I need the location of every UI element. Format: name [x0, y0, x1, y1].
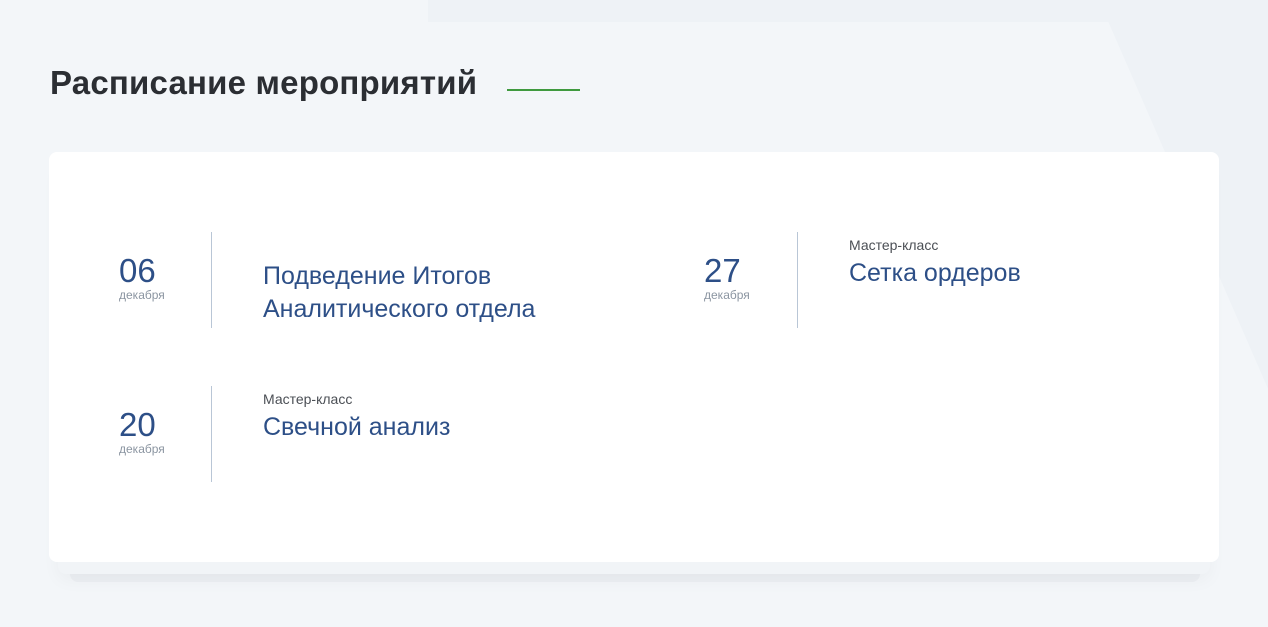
title-accent-line	[507, 89, 581, 91]
event-month: декабря	[119, 442, 165, 456]
event-item[interactable]: 06 декабря Подведение Итогов Аналитическ…	[49, 232, 563, 328]
event-date: 20 декабря	[49, 386, 212, 482]
event-title-link[interactable]: Свечной анализ	[263, 411, 450, 444]
event-month: декабря	[119, 288, 165, 302]
event-item[interactable]: 27 декабря Мастер-класс Сетка ордеров	[634, 232, 1021, 328]
event-info: Подведение Итогов Аналитического отдела	[212, 232, 563, 326]
events-card: 06 декабря Подведение Итогов Аналитическ…	[49, 152, 1219, 562]
event-type: Мастер-класс	[849, 237, 939, 253]
event-month: декабря	[704, 288, 750, 302]
event-day: 20	[119, 406, 156, 443]
event-date: 27 декабря	[634, 232, 798, 328]
event-date: 06 декабря	[49, 232, 212, 328]
event-info: Мастер-класс Свечной анализ	[212, 386, 450, 444]
event-title-link[interactable]: Сетка ордеров	[849, 257, 1021, 290]
event-type: Мастер-класс	[263, 391, 353, 407]
page-title: Расписание мероприятий	[50, 64, 478, 101]
event-info: Мастер-класс Сетка ордеров	[798, 232, 1021, 290]
event-title-link[interactable]: Подведение Итогов Аналитического отдела	[263, 260, 563, 326]
event-day: 27	[704, 252, 741, 289]
section-header: Расписание мероприятий	[50, 64, 581, 102]
event-item[interactable]: 20 декабря Мастер-класс Свечной анализ	[49, 386, 450, 482]
event-day: 06	[119, 252, 156, 289]
